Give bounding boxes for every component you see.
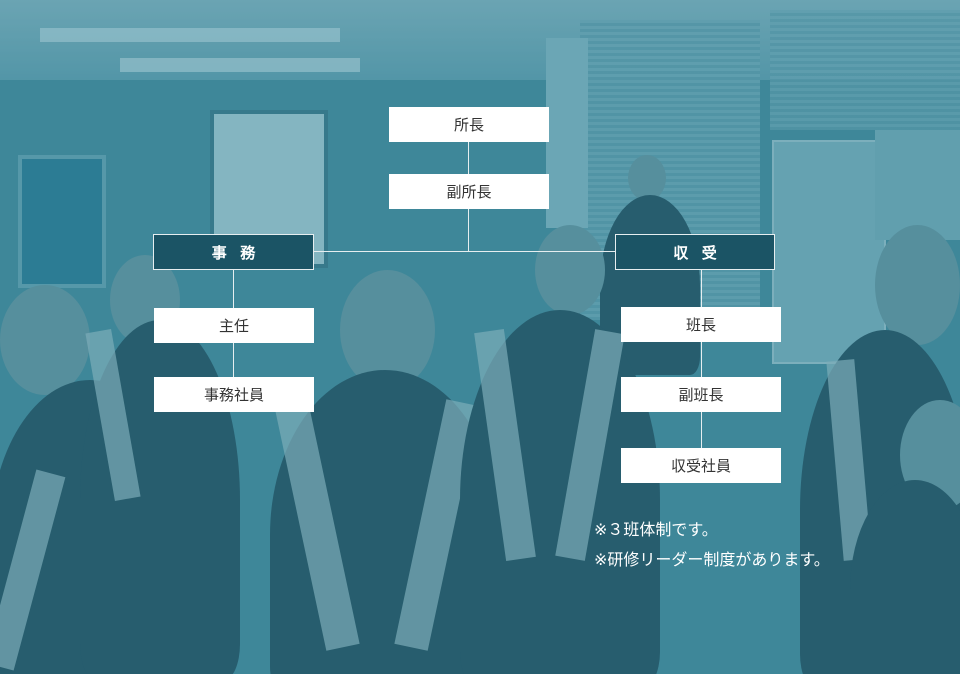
connector-horizontal-branch <box>313 251 616 252</box>
office-member-box: 主任 <box>154 308 314 343</box>
toll-member-label: 班長 <box>685 316 716 334</box>
deputy-director-box: 副所長 <box>389 174 549 209</box>
connector-deputy-branch <box>468 209 469 251</box>
note-shift-system: ※３班体制です。 <box>594 520 718 539</box>
connector-toll-members <box>701 269 702 451</box>
toll-dept-box: 収受 <box>615 234 775 270</box>
toll-member-box: 班長 <box>621 307 781 342</box>
toll-member-label: 収受社員 <box>670 457 731 475</box>
connector-director-deputy <box>468 142 469 174</box>
office-member-box: 事務社員 <box>154 377 314 412</box>
org-chart-slide: 所長 副所長 事務 主任 事務社員 収受 班長 副班長 収受社員 ※３班体制です… <box>0 0 960 674</box>
office-member-label: 主任 <box>218 317 249 335</box>
office-dept-label: 事務 <box>211 243 269 262</box>
director-box: 所長 <box>389 107 549 142</box>
deputy-director-label: 副所長 <box>446 183 492 201</box>
office-member-label: 事務社員 <box>203 386 264 404</box>
director-label: 所長 <box>453 116 484 134</box>
note-training-leader: ※研修リーダー制度があります。 <box>594 550 830 569</box>
toll-member-box: 収受社員 <box>621 448 781 483</box>
toll-member-box: 副班長 <box>621 377 781 412</box>
background-photo <box>0 0 960 674</box>
office-dept-box: 事務 <box>153 234 314 270</box>
toll-member-label: 副班長 <box>678 386 724 404</box>
toll-dept-label: 収受 <box>673 243 731 262</box>
